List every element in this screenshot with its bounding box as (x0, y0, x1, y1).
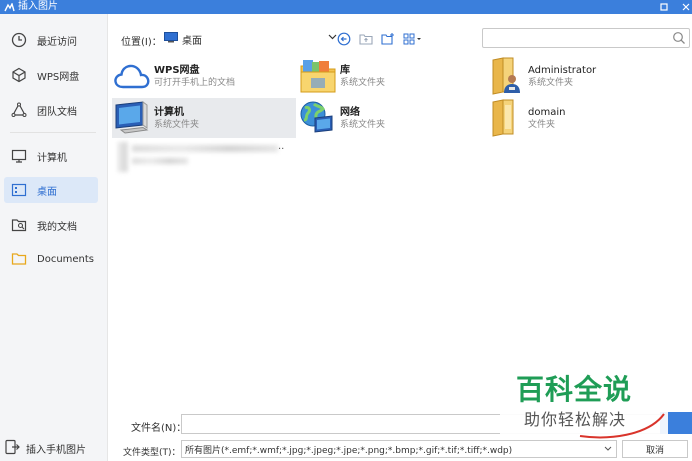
file-item-computer[interactable]: 计算机 系统文件夹 (112, 98, 296, 138)
sidebar-item-label: Documents (37, 253, 95, 265)
file-description: 系统文件夹 (528, 77, 574, 88)
app-logo-icon (2, 0, 16, 14)
file-name: domain (528, 106, 566, 118)
insert-mobile-image-label: 插入手机图片 (26, 444, 86, 456)
watermark: 百科全说 助你轻松解决 (500, 362, 668, 440)
sidebar-item-label: 团队文档 (37, 106, 77, 118)
watermark-title: 百科全说 (516, 373, 633, 406)
file-name: WPS网盘 (154, 64, 200, 76)
cube-icon (10, 66, 28, 84)
file-item-wps-cloud[interactable]: WPS网盘 可打开手机上的文档 (112, 56, 296, 96)
file-item-domain[interactable]: domain 文件夹 (486, 98, 666, 138)
monitor-icon (10, 147, 28, 165)
user-folder-icon (486, 57, 526, 95)
file-description: 系统文件夹 (340, 77, 386, 88)
back-icon[interactable] (336, 32, 352, 46)
phone-export-icon (4, 439, 20, 458)
file-name: 库 (340, 64, 350, 76)
watermark-swoosh-icon (579, 413, 665, 439)
blurred-name-suffix: .. (278, 141, 285, 152)
team-icon (10, 101, 28, 119)
sidebar-item-label: 最近访问 (37, 36, 77, 48)
file-name: 计算机 (154, 106, 184, 118)
folder-icon (486, 99, 526, 137)
sidebar-item-label: WPS网盘 (37, 71, 80, 83)
file-description: 系统文件夹 (154, 119, 200, 130)
blurred-name (132, 145, 278, 152)
filetype-label: 文件类型(T)： (123, 448, 181, 458)
chevron-down-icon (604, 444, 612, 453)
my-documents-icon (10, 216, 28, 234)
file-description: 可打开手机上的文档 (154, 77, 236, 88)
network-icon (298, 99, 338, 137)
blurred-description (132, 158, 188, 164)
sidebar-item-documents[interactable]: Documents (4, 246, 98, 272)
file-description: 文件夹 (528, 119, 556, 130)
search-box[interactable] (482, 28, 690, 48)
insert-mobile-image-button[interactable]: 插入手机图片 (4, 438, 86, 458)
close-icon[interactable] (678, 0, 692, 14)
title-bar: 插入图片 (0, 0, 692, 14)
file-item-network[interactable]: 网络 系统文件夹 (298, 98, 478, 138)
file-item-library[interactable]: 库 系统文件夹 (298, 56, 478, 96)
file-name: 网络 (340, 106, 360, 118)
search-input[interactable] (487, 29, 667, 47)
cancel-button[interactable]: 取消 (622, 440, 688, 458)
location-value: 桌面 (182, 35, 202, 47)
cloud-icon (112, 57, 152, 95)
new-folder-icon[interactable] (380, 32, 396, 46)
computer-icon (112, 99, 152, 137)
maximize-icon[interactable] (656, 0, 672, 14)
folder-icon (10, 250, 28, 268)
filename-label: 文件名(N)： (131, 423, 187, 434)
window-title: 插入图片 (18, 1, 58, 12)
sidebar: 最近访问 WPS网盘 团队文档 计算机 桌面 我的文档 Documents 插入… (0, 14, 108, 461)
sidebar-divider (10, 132, 96, 133)
sidebar-item-computer[interactable]: 计算机 (4, 143, 98, 169)
sidebar-item-wps-cloud[interactable]: WPS网盘 (4, 62, 98, 88)
file-description: 系统文件夹 (340, 119, 386, 130)
sidebar-item-team-docs[interactable]: 团队文档 (4, 97, 98, 123)
file-name: Administrator (528, 64, 597, 76)
search-icon[interactable] (672, 31, 686, 45)
toolbar: 位置(I)： 桌面 (108, 14, 692, 62)
filetype-value: 所有图片(*.emf;*.wmf;*.jpg;*.jpeg;*.jpe;*.pn… (185, 445, 513, 456)
location-label: 位置(I)： (121, 37, 162, 48)
up-folder-icon[interactable] (358, 32, 374, 46)
filetype-select[interactable]: 所有图片(*.emf;*.wmf;*.jpg;*.jpeg;*.jpe;*.pn… (181, 440, 617, 458)
sidebar-item-my-documents[interactable]: 我的文档 (4, 212, 98, 238)
desktop-icon (10, 181, 28, 199)
sidebar-item-label: 计算机 (37, 152, 67, 164)
sidebar-item-recent[interactable]: 最近访问 (4, 27, 98, 53)
view-mode-icon[interactable] (402, 32, 424, 46)
file-item-administrator[interactable]: Administrator 系统文件夹 (486, 56, 666, 96)
clock-icon (10, 31, 28, 49)
sidebar-item-desktop[interactable]: 桌面 (4, 177, 98, 203)
blurred-thumbnail (118, 142, 128, 172)
location-select[interactable]: 桌面 (164, 30, 339, 48)
sidebar-item-label: 桌面 (37, 186, 57, 198)
sidebar-item-label: 我的文档 (37, 221, 77, 233)
library-icon (298, 57, 338, 95)
desktop-small-icon (164, 32, 178, 46)
